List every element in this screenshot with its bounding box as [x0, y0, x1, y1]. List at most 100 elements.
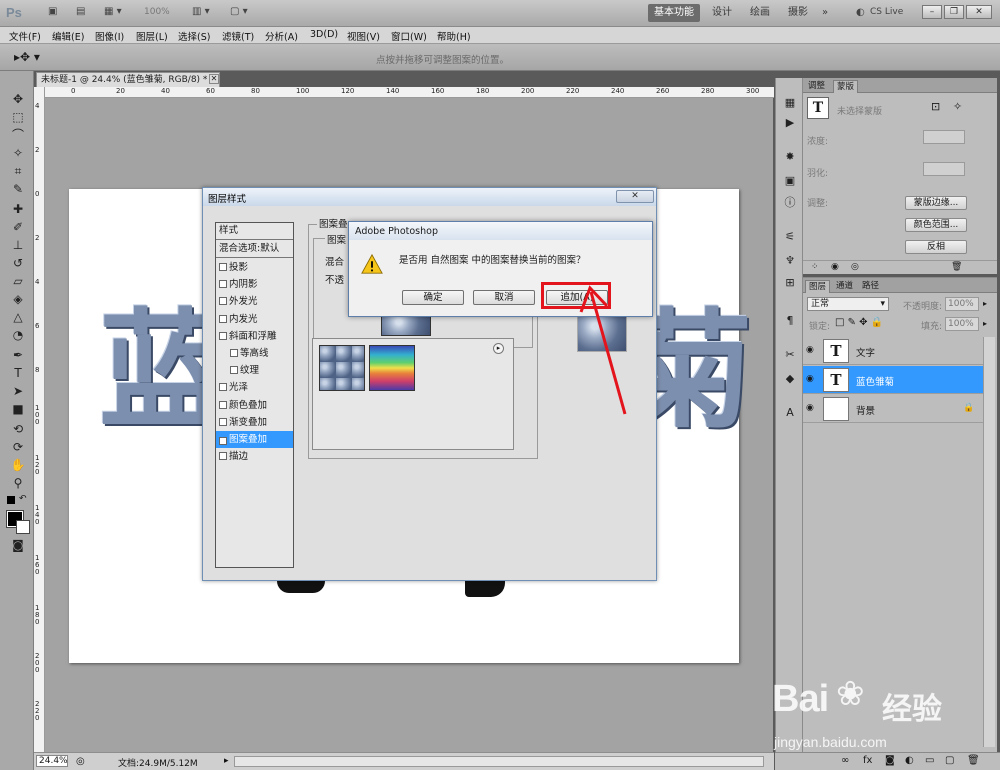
style-item[interactable]: 颜色叠加	[216, 397, 293, 414]
info-panel-icon[interactable]: ⓘ	[782, 196, 798, 210]
visibility-eye-icon[interactable]: ◉	[806, 345, 818, 355]
3d-rotate-tool-icon[interactable]: ⟲	[9, 421, 27, 437]
bridge-icon[interactable]: ▣	[48, 6, 57, 20]
load-selection-icon[interactable]: ⁘	[811, 262, 819, 272]
style-item[interactable]: ✓ 图案叠加	[216, 431, 293, 448]
tool-presets-icon[interactable]: ✂	[782, 348, 798, 362]
style-checkbox[interactable]	[219, 400, 227, 409]
style-checkbox[interactable]	[219, 314, 227, 323]
close-window-button[interactable]: ✕	[966, 5, 992, 19]
3d-camera-tool-icon[interactable]: ⟳	[9, 439, 27, 455]
character-styles-icon[interactable]: A	[782, 406, 798, 420]
blend-mode-select[interactable]: 正常 ▾	[807, 297, 889, 311]
menu-view[interactable]: 视图(V)	[347, 29, 380, 43]
actions-panel-icon[interactable]: ▶	[782, 116, 798, 130]
workspace-painting[interactable]: 绘画	[744, 4, 776, 22]
menu-analysis[interactable]: 分析(A)	[265, 29, 298, 43]
visibility-eye-icon[interactable]: ◉	[806, 374, 818, 384]
3d-panel-icon[interactable]: ◆	[782, 372, 798, 386]
quick-mask-icon[interactable]: ◙	[9, 537, 27, 553]
density-field[interactable]	[923, 130, 965, 144]
style-checkbox[interactable]	[219, 331, 227, 340]
more-workspaces-button[interactable]: »	[816, 4, 834, 22]
color-range-button[interactable]: 颜色范围...	[905, 218, 967, 232]
pattern-menu-icon[interactable]: ▸	[493, 343, 504, 354]
layer-style-close-button[interactable]: ✕	[616, 190, 654, 203]
style-checkbox[interactable]	[219, 452, 227, 461]
workspace-photography[interactable]: 摄影	[782, 4, 814, 22]
default-colors-icon[interactable]	[7, 496, 15, 504]
style-checkbox[interactable]	[219, 297, 227, 306]
restore-button[interactable]: ❐	[944, 5, 964, 19]
pattern-bubbles-swatch[interactable]	[319, 345, 365, 391]
dodge-tool-icon[interactable]: ◔	[9, 327, 27, 343]
history-brush-tool-icon[interactable]: ↺	[9, 255, 27, 271]
opacity-field[interactable]: 100%	[945, 297, 979, 311]
type-tool-icon[interactable]: T	[9, 365, 27, 381]
layer-style-titlebar[interactable]	[203, 188, 656, 206]
delete-mask-icon[interactable]: 🗑	[951, 262, 962, 272]
tab-adjustments[interactable]: 调整	[805, 80, 828, 93]
invert-button[interactable]: 反相	[905, 240, 967, 254]
vector-mask-icon[interactable]: ✧	[953, 100, 962, 113]
eyedropper-tool-icon[interactable]: ✎	[9, 181, 27, 197]
menu-layer[interactable]: 图层(L)	[136, 29, 168, 43]
menu-window[interactable]: 窗口(W)	[391, 29, 427, 43]
menu-help[interactable]: 帮助(H)	[437, 29, 471, 43]
cslive-button[interactable]: CS Live	[870, 7, 903, 21]
status-menu-arrow-icon[interactable]: ▸	[224, 756, 229, 766]
color-panel-icon[interactable]: ✸	[782, 150, 798, 164]
move-tool-preset-icon[interactable]: ▸✥ ▾	[14, 50, 40, 64]
style-list-header[interactable]: 样式	[216, 223, 293, 240]
style-checkbox[interactable]	[230, 366, 238, 375]
hand-tool-icon[interactable]: ✋	[9, 457, 27, 473]
minimize-button[interactable]: –	[922, 5, 942, 19]
style-item[interactable]: 描边	[216, 448, 293, 465]
menu-filter[interactable]: 滤镜(T)	[222, 29, 254, 43]
workspace-design[interactable]: 设计	[706, 4, 738, 22]
lock-icons[interactable]: □ ✎ ✥ 🔒	[835, 317, 883, 328]
style-checkbox[interactable]	[219, 263, 227, 271]
menu-image[interactable]: 图像(I)	[95, 29, 124, 43]
character-panel-icon[interactable]: ⊞	[782, 276, 798, 290]
brush-tool-icon[interactable]: ✐	[9, 219, 27, 235]
paint-bucket-tool-icon[interactable]: ◈	[9, 291, 27, 307]
style-checkbox[interactable]	[219, 280, 227, 289]
background-color-swatch[interactable]	[16, 520, 30, 534]
clone-source-icon[interactable]: ♆	[782, 254, 798, 268]
brush-presets-icon[interactable]: ⚟	[782, 230, 798, 244]
style-item[interactable]: 投影	[216, 259, 293, 276]
swap-colors-icon[interactable]: ↶	[19, 494, 27, 504]
layer-row[interactable]: ◉ T 蓝色雏菊	[803, 366, 983, 394]
style-item[interactable]: 斜面和浮雕	[216, 328, 293, 345]
quick-select-tool-icon[interactable]: ✧	[9, 145, 27, 161]
style-checkbox[interactable]	[230, 349, 238, 357]
menu-3d[interactable]: 3D(D)	[310, 29, 338, 40]
crop-tool-icon[interactable]: ⌗	[9, 163, 27, 179]
opacity-arrow-icon[interactable]: ▸	[983, 299, 987, 308]
menu-file[interactable]: 文件(F)	[9, 29, 41, 43]
mini-bridge-icon[interactable]: ▤	[76, 6, 85, 20]
paragraph-panel-icon[interactable]: ¶	[782, 314, 798, 328]
screen-mode-icon[interactable]: ▢ ▾	[230, 6, 248, 20]
shape-tool-icon[interactable]: ■	[9, 401, 27, 417]
style-item[interactable]: 外发光	[216, 293, 293, 310]
enable-mask-icon[interactable]: ◎	[851, 262, 859, 272]
tab-masks[interactable]: 蒙版	[833, 80, 859, 93]
mask-edge-button[interactable]: 蒙版边缘...	[905, 196, 967, 210]
tab-layers[interactable]: 图层	[805, 280, 831, 293]
tab-channels[interactable]: 通道	[833, 280, 856, 293]
style-checkbox[interactable]	[219, 417, 227, 426]
blur-tool-icon[interactable]: △	[9, 309, 27, 325]
move-tool-icon[interactable]: ✥	[9, 91, 27, 107]
healing-brush-tool-icon[interactable]: ✚	[9, 201, 27, 217]
style-item[interactable]: 渐变叠加	[216, 414, 293, 431]
style-item[interactable]: 内阴影	[216, 276, 293, 293]
lasso-tool-icon[interactable]: ⌒	[9, 127, 27, 143]
style-item[interactable]: 光泽	[216, 379, 293, 396]
blending-options-item[interactable]: 混合选项:默认	[216, 241, 293, 258]
marquee-tool-icon[interactable]: ⬚	[9, 109, 27, 125]
zoom-tool-icon[interactable]: ⚲	[9, 475, 27, 491]
close-document-icon[interactable]: ✕	[209, 74, 219, 84]
document-tab[interactable]: 未标题-1 @ 24.4% (蓝色雏菊, RGB/8) * ✕	[36, 72, 220, 87]
